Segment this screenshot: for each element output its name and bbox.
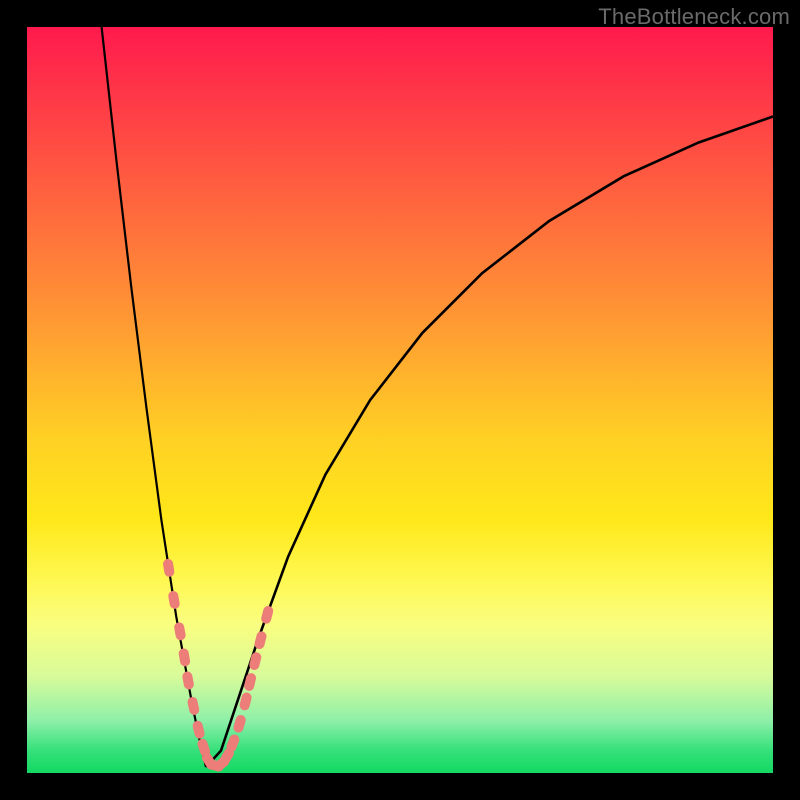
marker-group: [162, 558, 274, 773]
curve-marker: [178, 648, 191, 667]
curve-marker: [192, 720, 206, 740]
left-branch-curve: [102, 27, 206, 767]
curve-marker: [168, 590, 181, 609]
right-branch-curve: [206, 117, 773, 768]
curve-marker: [232, 714, 247, 734]
curve-marker: [260, 605, 274, 625]
curve-marker: [173, 622, 186, 641]
curve-marker: [187, 696, 201, 716]
chart-frame: TheBottleneck.com: [0, 0, 800, 800]
curve-marker: [182, 671, 195, 691]
watermark-text: TheBottleneck.com: [598, 4, 790, 30]
curve-marker: [162, 558, 175, 577]
curve-layer: [27, 27, 773, 773]
plot-area: [27, 27, 773, 773]
curve-marker: [248, 651, 262, 671]
